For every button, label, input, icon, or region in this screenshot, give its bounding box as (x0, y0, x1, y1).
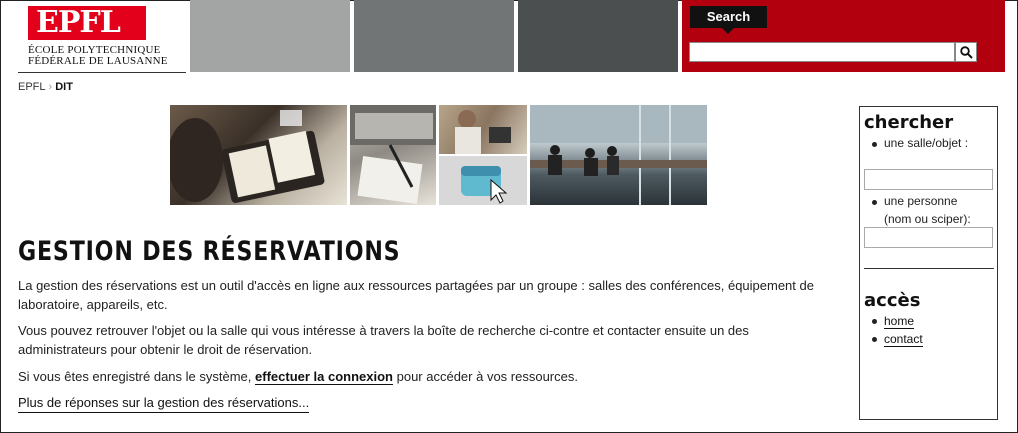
bullet-icon (872, 200, 877, 205)
person-search-label-2: (nom ou sciper): (884, 212, 971, 226)
search-paragraph: Vous pouvez retrouver l'objet ou la sall… (18, 323, 749, 357)
bullet-icon (872, 142, 877, 147)
photo-person-with-laptop (439, 105, 527, 154)
login-text-after: pour accéder à vos ressources. (393, 369, 578, 384)
person-search-label-1: une personne (884, 194, 958, 208)
logo-line-2: FÉDÉRALE DE LAUSANNE (28, 55, 168, 67)
breadcrumb-current[interactable]: DIT (55, 81, 73, 93)
bullet-icon (872, 319, 877, 324)
home-item: home (884, 313, 915, 329)
search-tab[interactable]: Search (690, 6, 767, 34)
login-text-before: Si vous êtes enregistré dans le système, (18, 369, 256, 384)
photo-study-hall (530, 105, 707, 205)
header-block-light (190, 0, 350, 72)
room-search-label: une salle/objet : (884, 136, 969, 150)
sidebar-divider (864, 268, 994, 269)
home-link[interactable]: home (884, 314, 915, 329)
sidebar-access-heading: accès (864, 290, 921, 311)
intro-paragraph: La gestion des réservations est un outil… (18, 278, 814, 312)
person-search-input[interactable] (864, 227, 993, 248)
photo-laptop-notebook (350, 105, 436, 205)
more-answers-link[interactable]: Plus de réponses sur la gestion des rése… (18, 393, 310, 413)
photo-banner (170, 105, 707, 205)
photo-calendar-cursor (439, 156, 527, 205)
epfl-logo-text: EPFL (36, 5, 121, 40)
page-title: GESTION DES RÉSERVATIONS (18, 236, 401, 267)
breadcrumb-root[interactable]: EPFL (18, 81, 46, 93)
header-search-zone: Search (682, 0, 1005, 72)
sidebar: chercher une salle/objet : une personne … (859, 106, 998, 420)
room-search-input[interactable] (864, 169, 993, 190)
search-input[interactable] (689, 42, 955, 62)
header-block-medium (354, 0, 514, 72)
epfl-logo-mark: EPFL (28, 5, 146, 40)
contact-item: contact (884, 331, 923, 347)
login-link[interactable]: effectuer la connexion (255, 369, 393, 385)
breadcrumb: EPFL › DIT (18, 81, 73, 93)
photo-person-writing-notebook (170, 105, 347, 205)
contact-link[interactable]: contact (884, 332, 923, 347)
search-button[interactable] (955, 42, 977, 62)
bullet-icon (872, 337, 877, 342)
header-block-dark (518, 0, 678, 72)
sidebar-search-heading: chercher (864, 112, 954, 133)
epfl-logo[interactable]: EPFL ÉCOLE POLYTECHNIQUE FÉDÉRALE DE LAU… (18, 0, 186, 73)
search-icon (959, 45, 973, 59)
chevron-right-icon: › (48, 81, 53, 93)
login-paragraph: Si vous êtes enregistré dans le système,… (18, 367, 838, 386)
